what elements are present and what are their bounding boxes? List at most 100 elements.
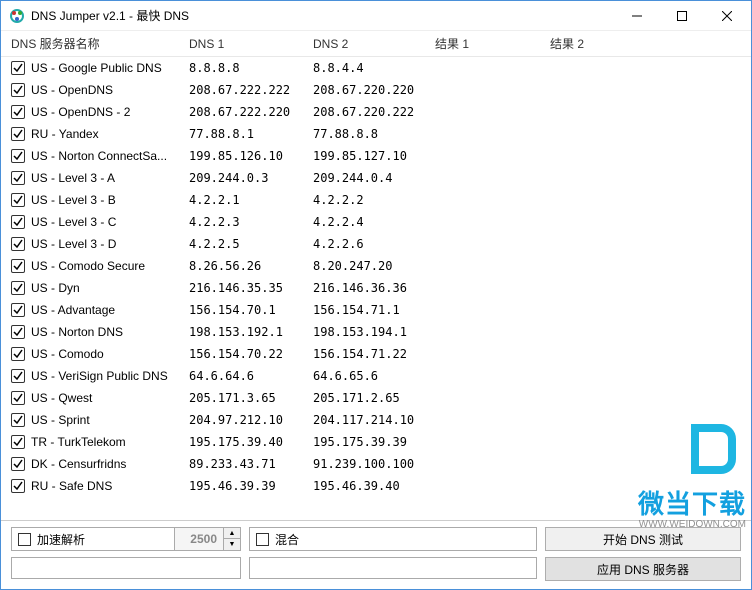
table-row[interactable]: US - Advantage156.154.70.1156.154.71.1	[1, 299, 751, 321]
row-dns2: 209.244.0.4	[313, 171, 435, 185]
col-dns1[interactable]: DNS 1	[189, 37, 313, 51]
row-dns2: 4.2.2.2	[313, 193, 435, 207]
accel-checkbox[interactable]	[18, 533, 31, 546]
row-dns1: 77.88.8.1	[189, 127, 313, 141]
row-checkbox[interactable]	[11, 127, 25, 141]
row-name: US - OpenDNS - 2	[31, 105, 189, 119]
row-checkbox[interactable]	[11, 193, 25, 207]
table-row[interactable]: US - VeriSign Public DNS64.6.64.664.6.65…	[1, 365, 751, 387]
row-checkbox[interactable]	[11, 479, 25, 493]
row-dns2: 204.117.214.10	[313, 413, 435, 427]
row-dns2: 8.20.247.20	[313, 259, 435, 273]
row-dns1: 4.2.2.1	[189, 193, 313, 207]
accel-row: 加速解析 2500 ▲ ▼	[11, 527, 241, 551]
row-checkbox[interactable]	[11, 259, 25, 273]
maximize-button[interactable]	[659, 1, 704, 30]
action-cell: 开始 DNS 测试 应用 DNS 服务器	[545, 527, 741, 581]
accel-label: 加速解析	[37, 531, 174, 548]
table-row[interactable]: US - Level 3 - A209.244.0.3209.244.0.4	[1, 167, 751, 189]
row-checkbox[interactable]	[11, 83, 25, 97]
mix-input[interactable]	[249, 557, 537, 579]
row-checkbox[interactable]	[11, 413, 25, 427]
row-dns1: 64.6.64.6	[189, 369, 313, 383]
mix-checkbox[interactable]	[256, 533, 269, 546]
row-checkbox[interactable]	[11, 215, 25, 229]
table-row[interactable]: US - Comodo Secure8.26.56.268.20.247.20	[1, 255, 751, 277]
row-dns2: 64.6.65.6	[313, 369, 435, 383]
table-row[interactable]: US - Dyn216.146.35.35216.146.36.36	[1, 277, 751, 299]
row-dns2: 156.154.71.1	[313, 303, 435, 317]
table-row[interactable]: US - Norton ConnectSa...199.85.126.10199…	[1, 145, 751, 167]
row-name: US - Comodo Secure	[31, 259, 189, 273]
table-row[interactable]: US - OpenDNS - 2208.67.222.220208.67.220…	[1, 101, 751, 123]
table-row[interactable]: US - Comodo156.154.70.22156.154.71.22	[1, 343, 751, 365]
row-checkbox[interactable]	[11, 61, 25, 75]
apply-dns-button[interactable]: 应用 DNS 服务器	[545, 557, 741, 581]
row-name: US - Qwest	[31, 391, 189, 405]
row-name: US - VeriSign Public DNS	[31, 369, 189, 383]
row-dns1: 216.146.35.35	[189, 281, 313, 295]
row-dns1: 195.46.39.39	[189, 479, 313, 493]
row-checkbox[interactable]	[11, 369, 25, 383]
table-row[interactable]: RU - Safe DNS195.46.39.39195.46.39.40	[1, 475, 751, 497]
row-name: US - Norton DNS	[31, 325, 189, 339]
col-result1[interactable]: 结果 1	[435, 35, 550, 52]
row-name: US - Dyn	[31, 281, 189, 295]
table-row[interactable]: US - Google Public DNS8.8.8.88.8.4.4	[1, 57, 751, 79]
col-result2[interactable]: 结果 2	[550, 35, 751, 52]
row-dns2: 4.2.2.4	[313, 215, 435, 229]
spin-down[interactable]: ▼	[224, 539, 240, 550]
table-body[interactable]: US - Google Public DNS8.8.8.88.8.4.4US -…	[1, 57, 751, 520]
table-row[interactable]: US - Level 3 - D4.2.2.54.2.2.6	[1, 233, 751, 255]
row-checkbox[interactable]	[11, 303, 25, 317]
minimize-button[interactable]	[614, 1, 659, 30]
row-name: US - Level 3 - A	[31, 171, 189, 185]
row-checkbox[interactable]	[11, 325, 25, 339]
row-dns1: 209.244.0.3	[189, 171, 313, 185]
table-row[interactable]: RU - Yandex77.88.8.177.88.8.8	[1, 123, 751, 145]
start-test-button[interactable]: 开始 DNS 测试	[545, 527, 741, 551]
row-checkbox[interactable]	[11, 171, 25, 185]
row-name: US - Comodo	[31, 347, 189, 361]
row-dns2: 198.153.194.1	[313, 325, 435, 339]
spin-up[interactable]: ▲	[224, 528, 240, 539]
row-dns2: 77.88.8.8	[313, 127, 435, 141]
table-row[interactable]: US - Level 3 - C4.2.2.34.2.2.4	[1, 211, 751, 233]
row-checkbox[interactable]	[11, 149, 25, 163]
row-checkbox[interactable]	[11, 237, 25, 251]
timeout-value[interactable]: 2500	[175, 528, 223, 550]
table-row[interactable]: DK - Censurfridns89.233.43.7191.239.100.…	[1, 453, 751, 475]
row-dns2: 91.239.100.100	[313, 457, 435, 471]
row-checkbox[interactable]	[11, 457, 25, 471]
col-name[interactable]: DNS 服务器名称	[11, 35, 189, 52]
table-row[interactable]: US - Sprint204.97.212.10204.117.214.10	[1, 409, 751, 431]
row-dns1: 8.8.8.8	[189, 61, 313, 75]
accel-cell: 加速解析 2500 ▲ ▼	[11, 527, 241, 581]
bottom-panel: 加速解析 2500 ▲ ▼ 混合 开始 DNS 测试 应用 DNS 服务器	[1, 520, 751, 589]
main-window: DNS Jumper v2.1 - 最快 DNS DNS 服务器名称 DNS 1…	[0, 0, 752, 590]
table-row[interactable]: US - Norton DNS198.153.192.1198.153.194.…	[1, 321, 751, 343]
row-checkbox[interactable]	[11, 105, 25, 119]
table-row[interactable]: US - Level 3 - B4.2.2.14.2.2.2	[1, 189, 751, 211]
row-dns2: 4.2.2.6	[313, 237, 435, 251]
close-button[interactable]	[704, 1, 749, 30]
row-name: US - Advantage	[31, 303, 189, 317]
row-name: US - Level 3 - C	[31, 215, 189, 229]
row-checkbox[interactable]	[11, 347, 25, 361]
row-dns2: 8.8.4.4	[313, 61, 435, 75]
row-dns2: 195.46.39.40	[313, 479, 435, 493]
row-checkbox[interactable]	[11, 391, 25, 405]
row-checkbox[interactable]	[11, 435, 25, 449]
accel-input[interactable]	[11, 557, 241, 579]
row-name: US - Sprint	[31, 413, 189, 427]
table-row[interactable]: US - OpenDNS208.67.222.222208.67.220.220	[1, 79, 751, 101]
row-dns1: 4.2.2.5	[189, 237, 313, 251]
row-checkbox[interactable]	[11, 281, 25, 295]
titlebar: DNS Jumper v2.1 - 最快 DNS	[1, 1, 751, 31]
row-dns1: 8.26.56.26	[189, 259, 313, 273]
row-dns2: 205.171.2.65	[313, 391, 435, 405]
row-dns1: 208.67.222.222	[189, 83, 313, 97]
table-row[interactable]: US - Qwest205.171.3.65205.171.2.65	[1, 387, 751, 409]
table-row[interactable]: TR - TurkTelekom195.175.39.40195.175.39.…	[1, 431, 751, 453]
col-dns2[interactable]: DNS 2	[313, 37, 435, 51]
